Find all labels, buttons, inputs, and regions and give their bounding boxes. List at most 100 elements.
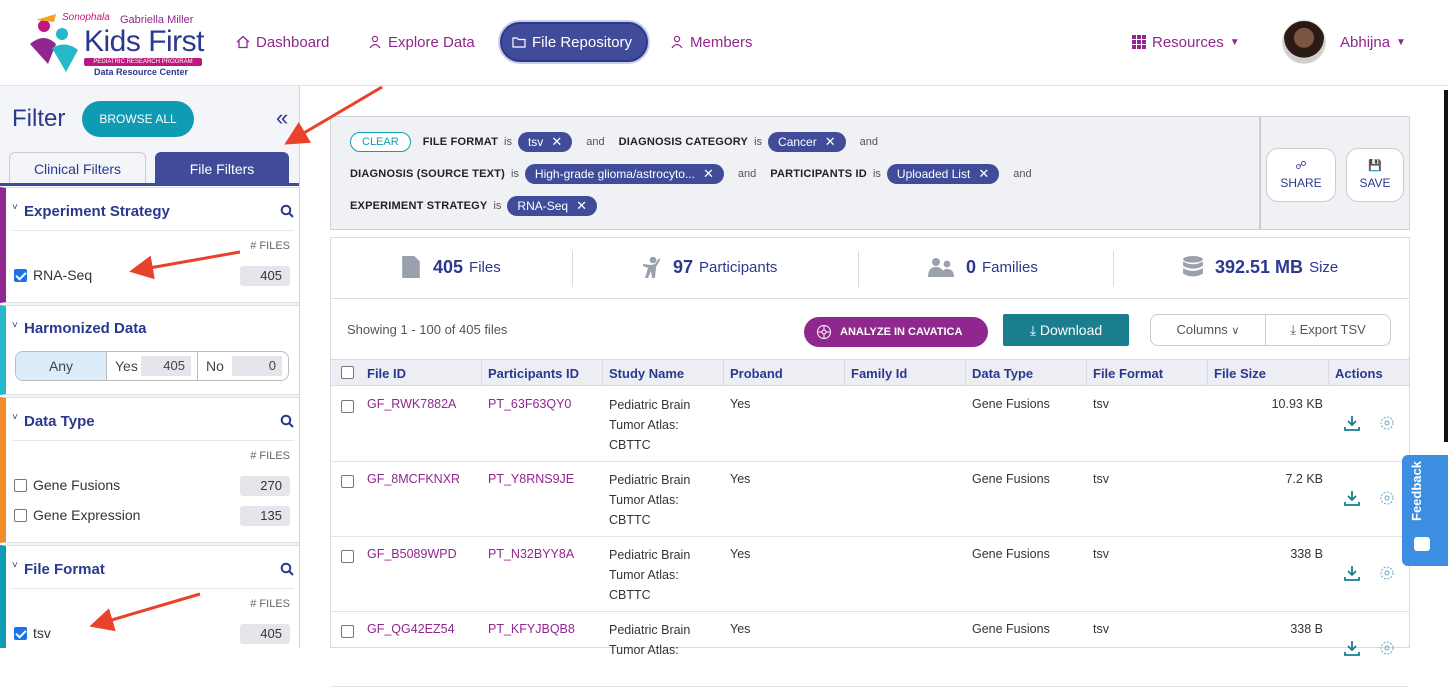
search-icon[interactable]: [280, 204, 294, 218]
share-button[interactable]: ☍ SHARE: [1266, 148, 1336, 202]
filter-datatype-title[interactable]: Data Type: [24, 413, 95, 430]
harmonized-no[interactable]: No 0: [197, 352, 288, 380]
file-id-link[interactable]: GF_RWK7882A: [367, 397, 456, 411]
filter-fileformat-title[interactable]: File Format: [24, 561, 105, 578]
filter-harmonized-data: ˅ Harmonized Data Any Yes 405 No 0: [0, 305, 299, 395]
columns-dropdown[interactable]: Columns ∨: [1150, 314, 1266, 346]
clear-query-button[interactable]: CLEAR: [350, 132, 411, 152]
query-value-pill[interactable]: Uploaded List ✕: [886, 164, 1000, 184]
nav-file-repository[interactable]: File Repository: [500, 22, 648, 62]
option-label: Gene Expression: [33, 507, 141, 523]
avatar: [1282, 20, 1326, 64]
study-name-line: CBTTC: [609, 588, 651, 602]
filter-option-gene-expression[interactable]: Gene Expression 135: [14, 506, 290, 526]
nav-dashboard[interactable]: Dashboard: [226, 22, 339, 62]
download-button[interactable]: ⤓ Download: [1003, 314, 1129, 346]
tab-file-filters[interactable]: File Filters: [155, 152, 289, 184]
filter-harmonized-title[interactable]: Harmonized Data: [24, 320, 147, 337]
checkbox-gene-fusions[interactable]: [14, 479, 27, 492]
download-icon[interactable]: [1344, 415, 1360, 431]
close-icon[interactable]: ✕: [551, 132, 562, 152]
filter-experiment-title[interactable]: Experiment Strategy: [24, 203, 170, 220]
filter-option-gene-fusions[interactable]: Gene Fusions 270: [14, 476, 290, 496]
chevron-down-icon: ∨: [1231, 325, 1240, 337]
filter-option-rna-seq[interactable]: RNA-Seq 405: [14, 266, 290, 286]
filter-option-tsv[interactable]: tsv 405: [14, 624, 290, 644]
chevron-down-icon: ▼: [1229, 36, 1240, 48]
query-value-pill[interactable]: High-grade glioma/astrocyto... ✕: [524, 164, 724, 184]
cavatica-icon: [817, 325, 831, 339]
close-icon[interactable]: ✕: [825, 132, 836, 152]
query-value-pill[interactable]: RNA-Seq ✕: [507, 196, 597, 216]
participant-id-link[interactable]: PT_Y8RNS9JE: [488, 472, 574, 486]
harmonized-yes[interactable]: Yes 405: [106, 352, 197, 380]
download-icon[interactable]: [1344, 640, 1360, 656]
col-family-id[interactable]: Family Id: [851, 366, 907, 381]
chevron-down-icon[interactable]: ˅: [12, 412, 18, 423]
divider: [858, 251, 859, 287]
search-icon[interactable]: [280, 562, 294, 576]
file-id-link[interactable]: GF_8MCFKNXR: [367, 472, 460, 486]
select-all-checkbox[interactable]: [341, 366, 354, 379]
col-file-size[interactable]: File Size: [1214, 366, 1266, 381]
participant-id-link[interactable]: PT_KFYJBQB8: [488, 622, 575, 636]
download-icon[interactable]: [1344, 565, 1360, 581]
user-menu[interactable]: Abhijna ▼: [1282, 20, 1406, 64]
analyze-in-cavatica-button[interactable]: ANALYZE IN CAVATICA: [804, 317, 988, 347]
feedback-tab[interactable]: Feedback: [1402, 455, 1448, 566]
col-file-format[interactable]: File Format: [1093, 366, 1163, 381]
cavatica-icon[interactable]: [1379, 640, 1395, 656]
nav-resources[interactable]: Resources ▼: [1122, 22, 1250, 62]
download-icon[interactable]: [1344, 490, 1360, 506]
row-checkbox[interactable]: [341, 550, 354, 563]
checkbox-rna-seq[interactable]: [14, 269, 27, 282]
chevron-down-icon[interactable]: ˅: [12, 202, 18, 213]
chevron-down-icon[interactable]: ˅: [12, 320, 18, 331]
browse-all-button[interactable]: BROWSE ALL: [82, 101, 194, 137]
row-checkbox[interactable]: [341, 400, 354, 413]
checkbox-gene-expression[interactable]: [14, 509, 27, 522]
tab-clinical-filters[interactable]: Clinical Filters: [9, 152, 146, 184]
search-icon[interactable]: [280, 414, 294, 428]
user-name: Abhijna: [1340, 33, 1391, 51]
file-id-link[interactable]: GF_QG42EZ54: [367, 622, 455, 636]
cavatica-icon[interactable]: [1379, 565, 1395, 581]
close-icon[interactable]: ✕: [703, 164, 714, 184]
nav-explore-data[interactable]: Explore Data: [358, 22, 485, 62]
cavatica-icon[interactable]: [1379, 415, 1395, 431]
collapse-sidebar-icon[interactable]: «: [276, 106, 288, 130]
col-proband[interactable]: Proband: [730, 366, 783, 381]
pill-label: Cancer: [778, 135, 817, 149]
filter-data-type: ˅ Data Type # FILES Gene Fusions 270 Gen…: [0, 397, 299, 543]
participant-id-link[interactable]: PT_63F63QY0: [488, 397, 571, 411]
save-button[interactable]: 💾 SAVE: [1346, 148, 1404, 202]
row-checkbox[interactable]: [341, 625, 354, 638]
file-id-link[interactable]: GF_B5089WPD: [367, 547, 457, 561]
col-file-id[interactable]: File ID: [367, 366, 406, 381]
proband: Yes: [730, 622, 751, 636]
stat-participants-num: 97: [673, 256, 694, 277]
pill-label: Uploaded List: [896, 167, 971, 181]
close-icon[interactable]: ✕: [576, 196, 587, 216]
close-icon[interactable]: ✕: [978, 164, 989, 184]
col-study-name[interactable]: Study Name: [609, 366, 684, 381]
participant-id-link[interactable]: PT_N32BYY8A: [488, 547, 574, 561]
file-icon: [402, 256, 420, 278]
query-field: DIAGNOSIS (SOURCE TEXT): [350, 168, 505, 180]
query-value-pill[interactable]: tsv ✕: [517, 132, 573, 152]
scrollbar[interactable]: [1444, 90, 1448, 442]
chevron-down-icon[interactable]: ˅: [12, 560, 18, 571]
row-checkbox[interactable]: [341, 475, 354, 488]
kids-first-logo[interactable]: Sonophala Gabriella Miller Kids First PE…: [26, 10, 206, 80]
harmonized-any[interactable]: Any: [16, 352, 106, 380]
export-tsv-button[interactable]: ⤓ Export TSV: [1265, 314, 1391, 346]
database-icon: [1183, 256, 1203, 277]
cavatica-icon[interactable]: [1379, 490, 1395, 506]
col-participants-id[interactable]: Participants ID: [488, 366, 579, 381]
nav-members[interactable]: Members: [660, 22, 763, 62]
col-data-type[interactable]: Data Type: [972, 366, 1033, 381]
harmonized-toggle: Any Yes 405 No 0: [15, 351, 289, 381]
study-name: Pediatric Brain Tumor Atlas:: [609, 620, 690, 660]
checkbox-tsv[interactable]: [14, 627, 27, 640]
query-value-pill[interactable]: Cancer ✕: [768, 132, 846, 152]
